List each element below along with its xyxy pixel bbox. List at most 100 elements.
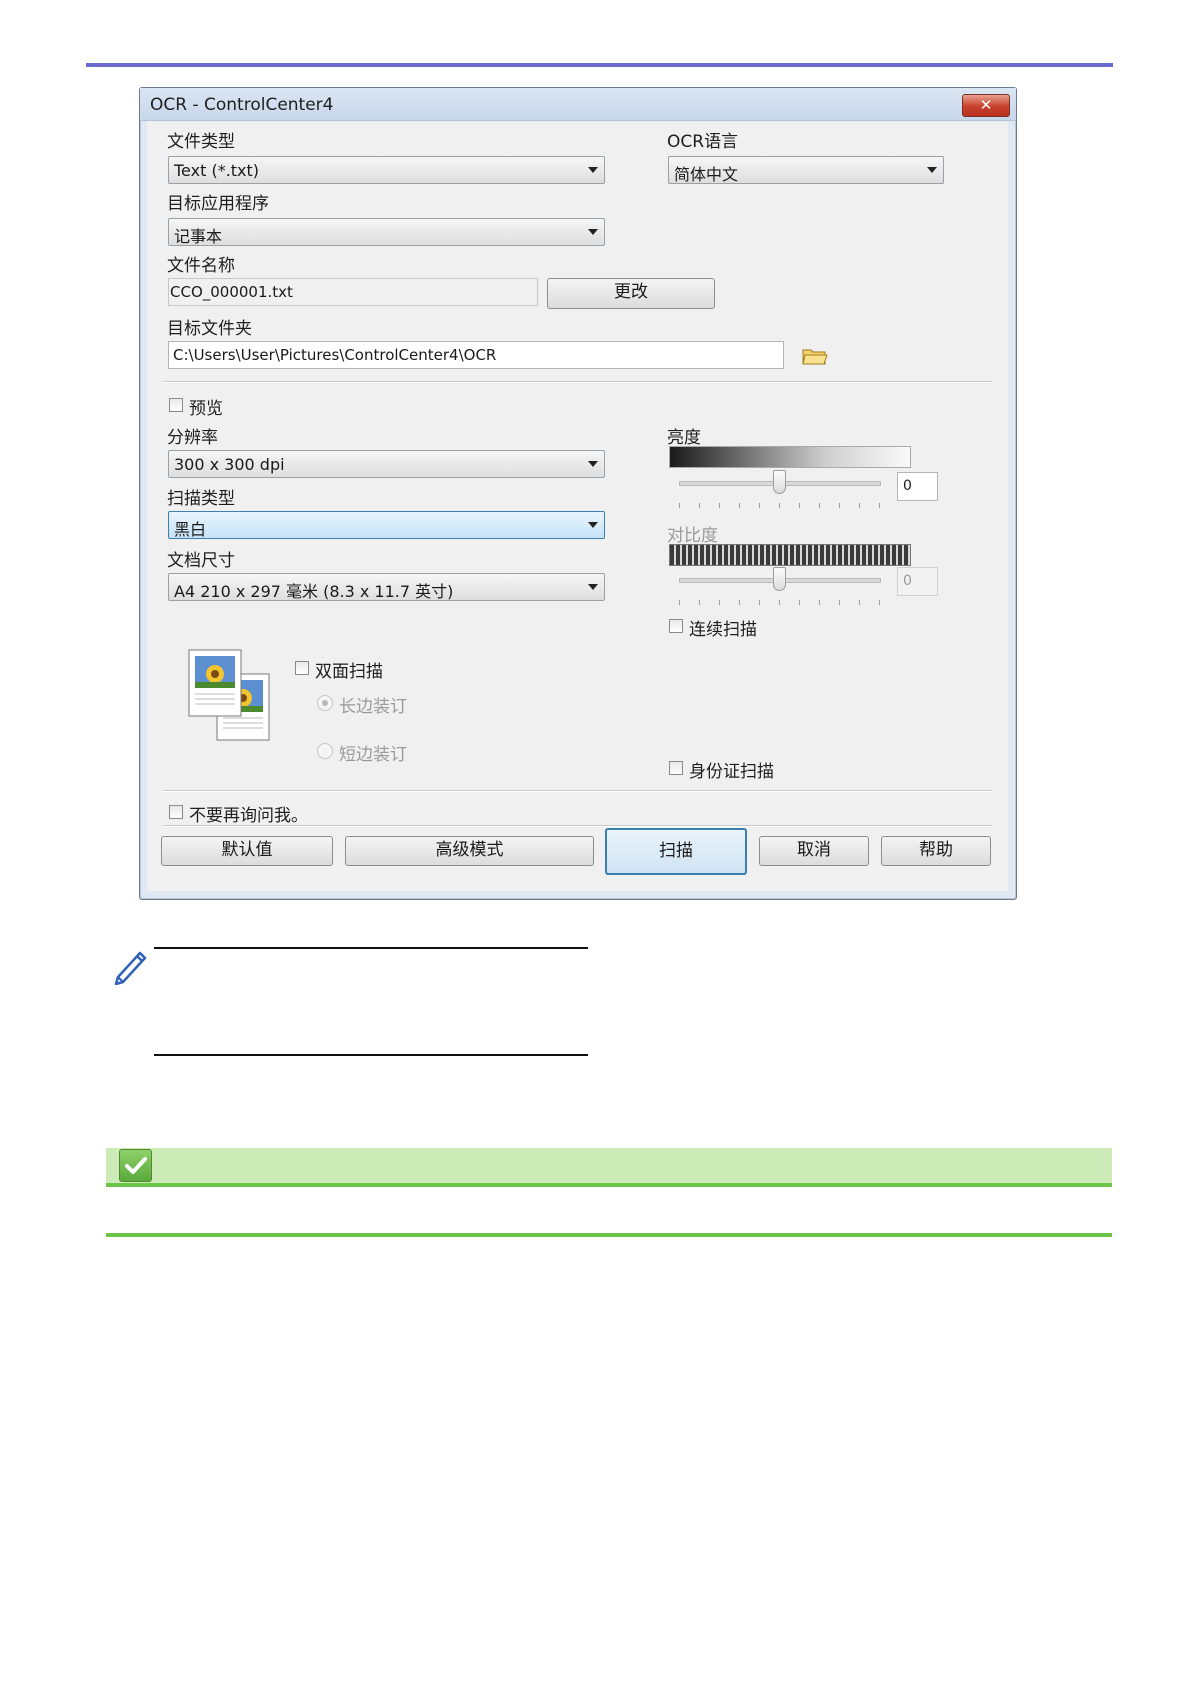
chevron-down-icon [588,461,598,467]
target-app-select[interactable]: 记事本 [168,218,605,246]
id-card-scan-checkbox[interactable] [669,761,683,775]
chevron-down-icon [588,229,598,235]
document-size-select[interactable]: A4 210 x 297 毫米 (8.3 x 11.7 英寸) [168,573,605,601]
slider-tick [719,600,720,605]
resolution-label: 分辨率 [167,428,218,448]
default-button[interactable]: 默认值 [161,836,333,866]
chevron-down-icon [588,584,598,590]
note-bottom-rule [154,1054,588,1056]
slider-tick [719,503,720,508]
advanced-mode-button[interactable]: 高级模式 [345,836,594,866]
slider-tick [759,600,760,605]
scan-button[interactable]: 扫描 [605,828,747,875]
slider-tick [679,600,680,605]
target-folder-value: C:\Users\User\Pictures\ControlCenter4\OC… [173,346,497,364]
scan-type-select[interactable]: 黑白 [168,511,605,539]
related-info-band [106,1148,1112,1183]
slider-tick [859,503,860,508]
slider-tick [739,503,740,508]
resolution-select[interactable]: 300 x 300 dpi [168,450,605,478]
change-button[interactable]: 更改 [547,278,715,309]
scan-type-label: 扫描类型 [167,489,235,509]
slider-tick [819,600,820,605]
note-top-rule [154,947,588,949]
short-edge-label: 短边装订 [339,745,407,765]
dialog-body: 文件类型 Text (*.txt) OCR语言 简体中文 目标应用程序 记事本 … [147,121,1008,891]
contrast-input[interactable]: 0 [897,567,938,596]
slider-tick [739,600,740,605]
separator [163,381,993,383]
target-folder-label: 目标文件夹 [167,319,252,339]
document-size-value: A4 210 x 297 毫米 (8.3 x 11.7 英寸) [174,582,454,601]
file-name-field[interactable]: CCO_000001.txt [168,278,538,306]
related-info-bottom-rule [106,1233,1112,1237]
ocr-dialog: OCR - ControlCenter4 ✕ 文件类型 Text (*.txt)… [139,87,1017,900]
dont-ask-checkbox[interactable] [169,805,183,819]
target-app-value: 记事本 [174,227,223,246]
slider-tick [839,503,840,508]
preview-label: 预览 [189,399,223,419]
separator [163,825,993,827]
contrast-label: 对比度 [667,526,718,546]
dialog-title: OCR - ControlCenter4 [150,95,334,115]
close-button[interactable]: ✕ [962,94,1010,117]
duplex-label: 双面扫描 [315,662,383,682]
separator [163,790,993,792]
duplex-checkbox[interactable] [295,661,309,675]
brightness-input[interactable]: 0 [897,472,938,501]
file-name-value: CCO_000001.txt [170,283,293,301]
document-size-label: 文档尺寸 [167,551,235,571]
file-type-value: Text (*.txt) [174,161,260,180]
contrast-ticks [679,600,880,606]
scan-type-value: 黑白 [174,520,207,539]
long-edge-label: 长边装订 [339,697,407,717]
cancel-button[interactable]: 取消 [759,836,869,866]
continuous-scan-label: 连续扫描 [689,620,757,640]
slider-tick [779,600,780,605]
file-name-label: 文件名称 [167,256,235,276]
checkmark-icon [119,1149,152,1182]
slider-tick [679,503,680,508]
contrast-value: 0 [903,573,912,589]
contrast-pattern [669,544,911,566]
file-type-label: 文件类型 [167,132,235,152]
slider-tick [799,503,800,508]
chevron-down-icon [588,167,598,173]
file-type-select[interactable]: Text (*.txt) [168,156,605,184]
ocr-language-label: OCR语言 [667,132,739,152]
related-info-rule [106,1183,1112,1187]
folder-icon[interactable] [802,346,828,366]
slider-tick [699,600,700,605]
brightness-label: 亮度 [667,428,701,448]
slider-tick [859,600,860,605]
slider-tick [779,503,780,508]
slider-tick [879,503,880,508]
brightness-value: 0 [903,478,912,494]
slider-tick [839,600,840,605]
chevron-down-icon [588,522,598,528]
long-edge-radio[interactable] [317,695,333,711]
id-card-scan-label: 身份证扫描 [689,762,774,782]
pencil-icon [114,951,147,985]
slider-tick [879,600,880,605]
title-bar[interactable]: OCR - ControlCenter4 ✕ [140,88,1016,121]
target-app-label: 目标应用程序 [167,194,269,214]
brightness-gradient [669,446,911,468]
chevron-down-icon [927,167,937,173]
help-button[interactable]: 帮助 [881,836,991,866]
duplex-pages-icon [188,649,270,741]
contrast-slider-thumb[interactable] [773,567,786,591]
ocr-language-value: 简体中文 [674,165,739,184]
preview-checkbox[interactable] [169,398,183,412]
short-edge-radio[interactable] [317,743,333,759]
brightness-slider-thumb[interactable] [773,470,786,494]
dont-ask-label: 不要再询问我。 [189,806,308,826]
brightness-ticks [679,503,880,509]
slider-tick [799,600,800,605]
target-folder-field[interactable]: C:\Users\User\Pictures\ControlCenter4\OC… [168,341,784,369]
slider-tick [699,503,700,508]
slider-tick [759,503,760,508]
continuous-scan-checkbox[interactable] [669,619,683,633]
top-rule [86,63,1113,67]
ocr-language-select[interactable]: 简体中文 [668,156,944,184]
